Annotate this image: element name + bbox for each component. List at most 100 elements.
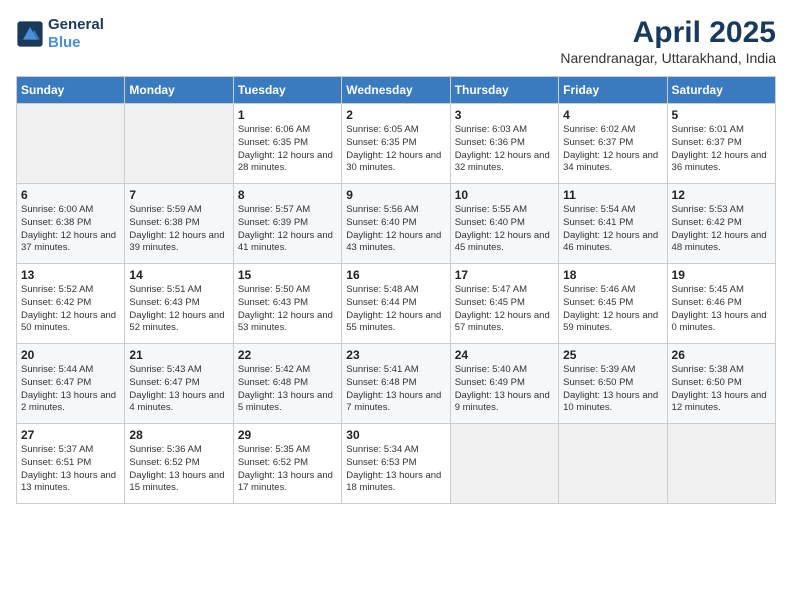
day-number: 18 (563, 268, 662, 282)
calendar-cell: 26 Sunrise: 5:38 AMSunset: 6:50 PMDayligh… (667, 344, 775, 424)
day-number: 28 (129, 428, 228, 442)
day-number: 5 (672, 108, 771, 122)
day-number: 1 (238, 108, 337, 122)
day-number: 7 (129, 188, 228, 202)
day-number: 23 (346, 348, 445, 362)
day-info: Sunrise: 5:54 AMSunset: 6:41 PMDaylight:… (563, 204, 662, 255)
day-number: 12 (672, 188, 771, 202)
calendar-cell: 24Sunrise: 5:40 AMSunset: 6:49 PMDayligh… (450, 344, 558, 424)
logo-icon (16, 20, 44, 48)
day-info: Sunrise: 6:05 AMSunset: 6:35 PMDaylight:… (346, 124, 445, 175)
day-number: 20 (21, 348, 120, 362)
day-info: Sunrise: 5:45 AMSunset: 6:46 PMDaylight:… (672, 284, 771, 335)
day-number: 25 (563, 348, 662, 362)
calendar-cell (17, 104, 125, 184)
day-number: 15 (238, 268, 337, 282)
day-info: Sunrise: 5:43 AMSunset: 6:47 PMDaylight:… (129, 364, 228, 415)
calendar-body: 1 Sunrise: 6:06 AMSunset: 6:35 PMDaylight… (17, 104, 776, 504)
day-number: 30 (346, 428, 445, 442)
day-info: Sunrise: 5:41 AMSunset: 6:48 PMDaylight:… (346, 364, 445, 415)
calendar-cell: 30 Sunrise: 5:34 AMSunset: 6:53 PMDayligh… (342, 424, 450, 504)
calendar-cell: 11 Sunrise: 5:54 AMSunset: 6:41 PMDayligh… (559, 184, 667, 264)
day-number: 9 (346, 188, 445, 202)
calendar-cell: 12 Sunrise: 5:53 AMSunset: 6:42 PMDayligh… (667, 184, 775, 264)
calendar-cell (667, 424, 775, 504)
day-info: Sunrise: 5:39 AMSunset: 6:50 PMDaylight:… (563, 364, 662, 415)
title-area: April 2025 Narendranagar, Uttarakhand, I… (560, 16, 776, 66)
day-number: 26 (672, 348, 771, 362)
column-header-saturday: Saturday (667, 77, 775, 104)
calendar-cell: 6 Sunrise: 6:00 AMSunset: 6:38 PMDaylight… (17, 184, 125, 264)
week-row-2: 6 Sunrise: 6:00 AMSunset: 6:38 PMDaylight… (17, 184, 776, 264)
calendar-cell: 14 Sunrise: 5:51 AMSunset: 6:43 PMDayligh… (125, 264, 233, 344)
day-number: 17 (455, 268, 554, 282)
calendar-cell: 18 Sunrise: 5:46 AMSunset: 6:45 PMDayligh… (559, 264, 667, 344)
calendar-header-row: SundayMondayTuesdayWednesdayThursdayFrid… (17, 77, 776, 104)
day-info: Sunrise: 5:52 AMSunset: 6:42 PMDaylight:… (21, 284, 120, 335)
day-number: 11 (563, 188, 662, 202)
day-info: Sunrise: 5:48 AMSunset: 6:44 PMDaylight:… (346, 284, 445, 335)
day-info: Sunrise: 6:01 AMSunset: 6:37 PMDaylight:… (672, 124, 771, 175)
calendar-cell: 28 Sunrise: 5:36 AMSunset: 6:52 PMDayligh… (125, 424, 233, 504)
day-number: 8 (238, 188, 337, 202)
day-number: 10 (455, 188, 554, 202)
main-title: April 2025 (560, 16, 776, 50)
day-info: Sunrise: 6:06 AMSunset: 6:35 PMDaylight:… (238, 124, 337, 175)
day-info: Sunrise: 5:57 AMSunset: 6:39 PMDaylight:… (238, 204, 337, 255)
subtitle: Narendranagar, Uttarakhand, India (560, 50, 776, 66)
day-info: Sunrise: 5:36 AMSunset: 6:52 PMDaylight:… (129, 444, 228, 495)
day-info: Sunrise: 5:46 AMSunset: 6:45 PMDaylight:… (563, 284, 662, 335)
day-info: Sunrise: 5:55 AMSunset: 6:40 PMDaylight:… (455, 204, 554, 255)
day-info: Sunrise: 5:50 AMSunset: 6:43 PMDaylight:… (238, 284, 337, 335)
calendar-table: SundayMondayTuesdayWednesdayThursdayFrid… (16, 76, 776, 504)
day-info: Sunrise: 6:00 AMSunset: 6:38 PMDaylight:… (21, 204, 120, 255)
calendar-cell: 25 Sunrise: 5:39 AMSunset: 6:50 PMDayligh… (559, 344, 667, 424)
week-row-3: 13 Sunrise: 5:52 AMSunset: 6:42 PMDayligh… (17, 264, 776, 344)
day-number: 16 (346, 268, 445, 282)
logo: General Blue (16, 16, 104, 52)
column-header-friday: Friday (559, 77, 667, 104)
logo-text: General Blue (48, 16, 104, 52)
day-info: Sunrise: 5:56 AMSunset: 6:40 PMDaylight:… (346, 204, 445, 255)
day-info: Sunrise: 6:02 AMSunset: 6:37 PMDaylight:… (563, 124, 662, 175)
column-header-monday: Monday (125, 77, 233, 104)
calendar-cell: 22Sunrise: 5:42 AMSunset: 6:48 PMDayligh… (233, 344, 341, 424)
week-row-1: 1 Sunrise: 6:06 AMSunset: 6:35 PMDaylight… (17, 104, 776, 184)
day-number: 29 (238, 428, 337, 442)
calendar-cell: 4 Sunrise: 6:02 AMSunset: 6:37 PMDaylight… (559, 104, 667, 184)
calendar-cell: 1 Sunrise: 6:06 AMSunset: 6:35 PMDaylight… (233, 104, 341, 184)
day-info: Sunrise: 6:03 AMSunset: 6:36 PMDaylight:… (455, 124, 554, 175)
day-number: 4 (563, 108, 662, 122)
calendar-cell (450, 424, 558, 504)
day-number: 14 (129, 268, 228, 282)
day-info: Sunrise: 5:40 AMSunset: 6:49 PMDaylight:… (455, 364, 554, 415)
day-number: 2 (346, 108, 445, 122)
calendar-cell: 16 Sunrise: 5:48 AMSunset: 6:44 PMDayligh… (342, 264, 450, 344)
week-row-4: 20Sunrise: 5:44 AMSunset: 6:47 PMDayligh… (17, 344, 776, 424)
calendar-cell: 23 Sunrise: 5:41 AMSunset: 6:48 PMDayligh… (342, 344, 450, 424)
day-info: Sunrise: 5:51 AMSunset: 6:43 PMDaylight:… (129, 284, 228, 335)
day-number: 21 (129, 348, 228, 362)
header: General Blue April 2025 Narendranagar, U… (16, 16, 776, 66)
day-number: 6 (21, 188, 120, 202)
day-info: Sunrise: 5:53 AMSunset: 6:42 PMDaylight:… (672, 204, 771, 255)
calendar-cell: 27Sunrise: 5:37 AMSunset: 6:51 PMDayligh… (17, 424, 125, 504)
column-header-sunday: Sunday (17, 77, 125, 104)
day-number: 27 (21, 428, 120, 442)
day-number: 19 (672, 268, 771, 282)
calendar-cell: 29Sunrise: 5:35 AMSunset: 6:52 PMDayligh… (233, 424, 341, 504)
calendar-cell: 21 Sunrise: 5:43 AMSunset: 6:47 PMDayligh… (125, 344, 233, 424)
calendar-cell: 15 Sunrise: 5:50 AMSunset: 6:43 PMDayligh… (233, 264, 341, 344)
calendar-cell: 20Sunrise: 5:44 AMSunset: 6:47 PMDayligh… (17, 344, 125, 424)
calendar-cell: 9 Sunrise: 5:56 AMSunset: 6:40 PMDaylight… (342, 184, 450, 264)
calendar-cell: 17 Sunrise: 5:47 AMSunset: 6:45 PMDayligh… (450, 264, 558, 344)
calendar-cell: 2 Sunrise: 6:05 AMSunset: 6:35 PMDaylight… (342, 104, 450, 184)
calendar-cell (559, 424, 667, 504)
day-info: Sunrise: 5:47 AMSunset: 6:45 PMDaylight:… (455, 284, 554, 335)
day-info: Sunrise: 5:34 AMSunset: 6:53 PMDaylight:… (346, 444, 445, 495)
day-number: 22 (238, 348, 337, 362)
day-info: Sunrise: 5:59 AMSunset: 6:38 PMDaylight:… (129, 204, 228, 255)
calendar-cell: 3Sunrise: 6:03 AMSunset: 6:36 PMDaylight… (450, 104, 558, 184)
day-info: Sunrise: 5:38 AMSunset: 6:50 PMDaylight:… (672, 364, 771, 415)
day-number: 13 (21, 268, 120, 282)
